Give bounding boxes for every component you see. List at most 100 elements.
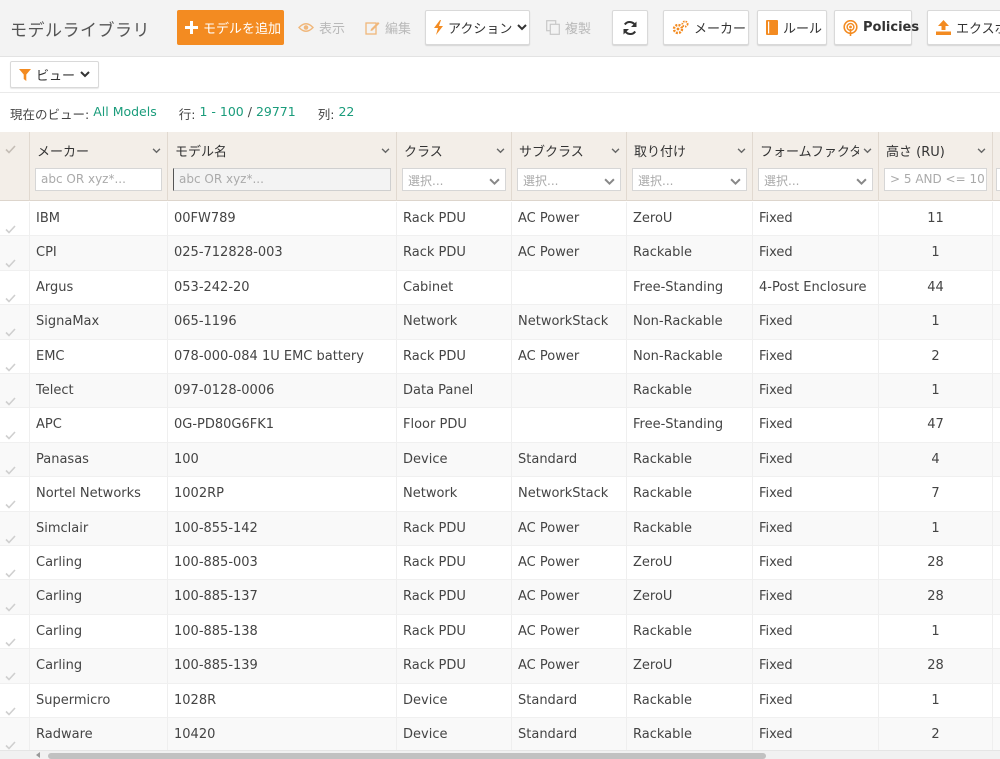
cell-model: 100-885-137 bbox=[168, 580, 397, 615]
copy-button[interactable]: 複製 bbox=[538, 10, 598, 45]
horizontal-scrollbar[interactable] bbox=[0, 750, 1000, 759]
column-header-form[interactable]: フォームファクター選択... bbox=[753, 132, 879, 201]
export-button[interactable]: エクスポ bbox=[927, 10, 1000, 45]
filter-select-subclass[interactable]: 選択... bbox=[517, 168, 621, 191]
filter-input-model[interactable]: abc OR xyz*... bbox=[173, 168, 391, 191]
check-icon bbox=[5, 558, 16, 580]
table-row[interactable]: Carling 100-885-139 Rack PDU AC Power ZeroU F… bbox=[0, 649, 1000, 684]
rows-total: 29771 bbox=[255, 104, 296, 119]
row-checkbox[interactable] bbox=[0, 202, 30, 236]
cell-subclass: NetworkStack bbox=[512, 477, 627, 512]
row-checkbox[interactable] bbox=[0, 683, 30, 718]
column-header-subclass[interactable]: サブクラス 選択... bbox=[512, 132, 627, 201]
cell-form: Fixed bbox=[753, 236, 879, 271]
filter-input-maker[interactable]: abc OR xyz*... bbox=[35, 168, 162, 191]
column-menu-chevron-icon[interactable] bbox=[496, 143, 505, 158]
table-row[interactable]: Supermicro 1028R Device Standard Rackable Fix… bbox=[0, 683, 1000, 718]
cell-class: Network bbox=[397, 305, 512, 340]
column-header-maker[interactable]: メーカー abc OR xyz*... bbox=[30, 132, 168, 201]
table-row[interactable]: Carling 100-885-138 Rack PDU AC Power Rackab… bbox=[0, 614, 1000, 650]
cell-subclass bbox=[512, 408, 627, 443]
row-checkbox[interactable] bbox=[0, 477, 30, 512]
row-checkbox[interactable] bbox=[0, 339, 30, 374]
cell-class: Rack PDU bbox=[397, 339, 512, 374]
row-checkbox[interactable] bbox=[0, 718, 30, 752]
column-menu-chevron-icon[interactable] bbox=[381, 143, 390, 158]
table-row[interactable]: IBM 00FW789 Rack PDU AC Power ZeroU Fixed 11 bbox=[0, 202, 1000, 237]
cell-subclass bbox=[512, 374, 627, 408]
column-header-next[interactable] bbox=[993, 132, 1000, 201]
row-checkbox[interactable] bbox=[0, 305, 30, 340]
table-row[interactable]: CPI 025-712828-003 Rack PDU AC Power Rackabl… bbox=[0, 236, 1000, 271]
eye-icon bbox=[298, 22, 314, 33]
check-icon bbox=[5, 489, 16, 511]
current-view-link[interactable]: All Models bbox=[93, 104, 157, 123]
table-row[interactable]: Carling 100-885-137 Rack PDU AC Power ZeroU F… bbox=[0, 580, 1000, 615]
column-menu-chevron-icon[interactable] bbox=[611, 143, 620, 158]
row-checkbox[interactable] bbox=[0, 580, 30, 615]
edit-button[interactable]: 編集 bbox=[357, 10, 417, 45]
table-row[interactable]: Simclair 100-855-142 Rack PDU AC Power Racka… bbox=[0, 511, 1000, 546]
cell-subclass: AC Power bbox=[512, 614, 627, 649]
row-checkbox[interactable] bbox=[0, 614, 30, 649]
row-checkbox[interactable] bbox=[0, 236, 30, 271]
filter-select-class[interactable]: 選択... bbox=[402, 168, 506, 191]
cell-maker: EMC bbox=[30, 339, 168, 374]
scrollbar-thumb[interactable] bbox=[48, 753, 766, 759]
check-icon bbox=[5, 143, 16, 158]
column-menu-chevron-icon[interactable] bbox=[977, 143, 986, 158]
column-header-model[interactable]: モデル名 abc OR xyz*... bbox=[168, 132, 397, 201]
row-checkbox[interactable] bbox=[0, 374, 30, 408]
column-header-mount[interactable]: 取り付け選択... bbox=[627, 132, 753, 201]
actions-dropdown[interactable]: アクション bbox=[425, 10, 530, 45]
column-title: 取り付け bbox=[634, 145, 687, 160]
check-icon bbox=[5, 730, 16, 752]
policies-button[interactable]: Policies bbox=[834, 10, 919, 45]
cell-next bbox=[993, 580, 1000, 614]
filter-input-height[interactable]: > 5 AND <= 10 bbox=[884, 168, 987, 191]
table-row[interactable]: APC 0G-PD80G6FK1 Floor PDU Free-Standing Fix… bbox=[0, 408, 1000, 443]
rules-button[interactable]: ルール bbox=[757, 10, 827, 45]
scroll-left-arrow-icon[interactable] bbox=[36, 752, 40, 758]
row-checkbox[interactable] bbox=[0, 546, 30, 580]
table-row[interactable]: Telect 097-0128-0006 Data Panel Rackable Fix… bbox=[0, 374, 1000, 409]
maker-button[interactable]: メーカー bbox=[663, 10, 749, 45]
filter-select-mount[interactable]: 選択... bbox=[632, 168, 747, 191]
filter-placeholder: > 5 AND <= 10 bbox=[890, 172, 985, 186]
row-checkbox[interactable] bbox=[0, 442, 30, 477]
cell-maker: CPI bbox=[30, 236, 168, 271]
table-row[interactable]: Radware 10420 Device Standard Rackable Fixed 2 bbox=[0, 718, 1000, 753]
cell-form: Fixed bbox=[753, 374, 879, 408]
current-view-label: 現在のビュー: bbox=[10, 107, 90, 122]
cell-mount: Rackable bbox=[627, 442, 753, 477]
row-checkbox[interactable] bbox=[0, 511, 30, 546]
table-row[interactable]: EMC 078-000-084 1U EMC battery Rack PDU AC … bbox=[0, 339, 1000, 374]
view-dropdown[interactable]: ビュー bbox=[10, 61, 100, 88]
refresh-button[interactable] bbox=[612, 10, 648, 45]
row-checkbox[interactable] bbox=[0, 649, 30, 684]
column-header-height[interactable]: 高さ (RU) > 5 AND <= 10 bbox=[879, 132, 993, 201]
column-menu-chevron-icon[interactable] bbox=[737, 143, 746, 158]
cell-next bbox=[993, 202, 1000, 236]
filter-input-next[interactable] bbox=[996, 168, 1000, 191]
cell-height: 1 bbox=[879, 305, 993, 340]
add-model-button[interactable]: モデルを追加 bbox=[177, 10, 284, 45]
column-title: モデル名 bbox=[175, 145, 228, 160]
column-header-class[interactable]: クラス選択... bbox=[397, 132, 512, 201]
select-all-checkbox[interactable] bbox=[0, 132, 30, 201]
cell-maker: IBM bbox=[30, 202, 168, 236]
table-row[interactable]: Panasas 100 Device Standard Rackable Fixed 4 bbox=[0, 442, 1000, 478]
column-title: クラス bbox=[404, 145, 443, 160]
filter-icon bbox=[19, 68, 31, 81]
cell-mount: ZeroU bbox=[627, 580, 753, 615]
row-checkbox[interactable] bbox=[0, 270, 30, 305]
table-row[interactable]: SignaMax 065-1196 Network NetworkStack Non-R… bbox=[0, 305, 1000, 340]
table-row[interactable]: Nortel Networks 1002RP Network NetworkStack… bbox=[0, 477, 1000, 512]
filter-select-form[interactable]: 選択... bbox=[758, 168, 873, 191]
column-menu-chevron-icon[interactable] bbox=[152, 143, 161, 158]
column-menu-chevron-icon[interactable] bbox=[863, 143, 872, 158]
table-row[interactable]: Argus 053-242-20 Cabinet Free-Standing 4-Pos… bbox=[0, 270, 1000, 306]
show-button[interactable]: 表示 bbox=[290, 10, 350, 45]
row-checkbox[interactable] bbox=[0, 408, 30, 443]
table-row[interactable]: Carling 100-885-003 Rack PDU AC Power ZeroU F… bbox=[0, 546, 1000, 581]
